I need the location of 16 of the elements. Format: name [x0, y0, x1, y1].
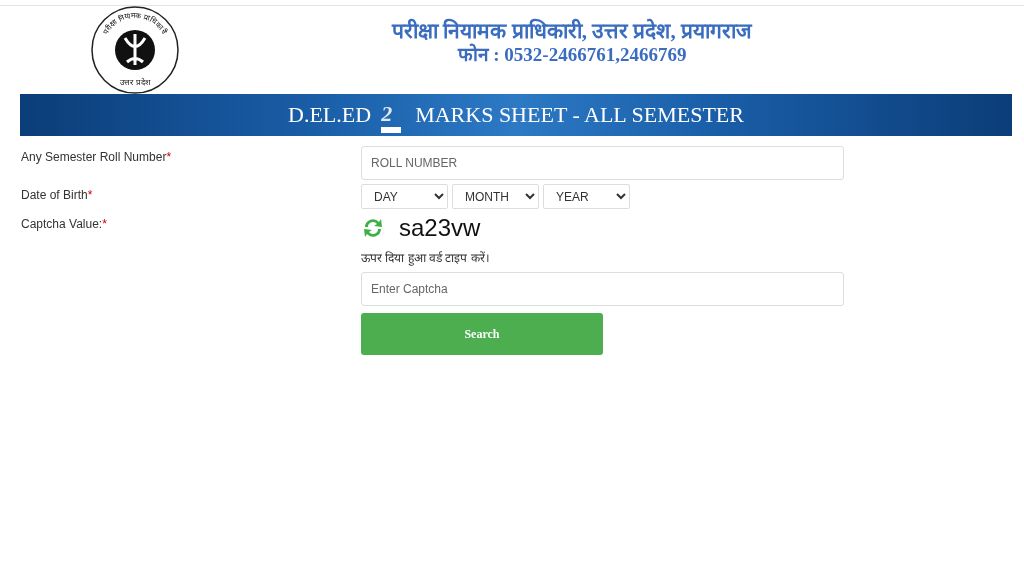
roll-number-field[interactable]: ROLL NUMBER — [361, 146, 844, 180]
date-dropdown[interactable]: MONTH — [452, 184, 539, 209]
refresh-icon[interactable] — [361, 216, 385, 240]
captcha-hint: ऊपर दिया हुआ वर्ड टाइप करें। — [361, 250, 491, 266]
phone-number: फोन : 0532-2466761,2466769 — [457, 44, 687, 66]
captcha-code: sa23vw — [399, 214, 481, 242]
header-title: परीक्षा नियामक प्राधिकारी, उत्तर प्रदेश, प्रयागराज — [392, 19, 752, 43]
banner-title: MARKS SHEET - ALL SEMESTER — [415, 102, 744, 128]
date-dropdown[interactable]: DAY — [361, 184, 448, 209]
field-label: Captcha Value:* — [21, 216, 108, 233]
banner-year: 2 — [379, 97, 408, 133]
field-label: Any Semester Roll Number* — [21, 149, 173, 166]
banner-title: D.EL.ED — [288, 102, 372, 128]
captcha-field[interactable]: Enter Captcha — [361, 272, 844, 306]
date-dropdown[interactable]: YEAR — [543, 184, 630, 209]
field-label: Date of Birth* — [21, 187, 94, 204]
